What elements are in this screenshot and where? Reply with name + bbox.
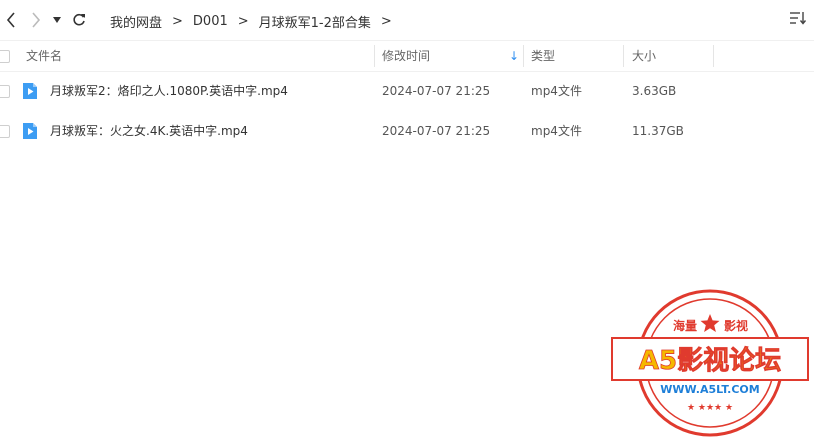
breadcrumb-separator-icon[interactable]: > xyxy=(381,14,392,29)
star-icon xyxy=(700,314,720,332)
file-modified: 2024-07-07 21:25 xyxy=(382,84,491,98)
video-file-icon xyxy=(23,83,37,99)
breadcrumb: 我的网盘 > D001 > 月球叛军1-2部合集 > xyxy=(110,12,402,31)
toolbar: 我的网盘 > D001 > 月球叛军1-2部合集 > xyxy=(0,0,814,40)
chevron-left-icon xyxy=(6,12,15,28)
file-row[interactable]: 月球叛军2：烙印之人.1080P.英语中字.mp4 2024-07-07 21:… xyxy=(0,71,814,111)
column-name-header[interactable]: 文件名 xyxy=(26,41,62,71)
breadcrumb-item-root[interactable]: 我的网盘 xyxy=(110,12,162,31)
sort-menu-button[interactable] xyxy=(786,10,810,32)
caret-down-icon xyxy=(53,17,61,23)
forward-button[interactable] xyxy=(25,8,47,32)
breadcrumb-item-d001[interactable]: D001 xyxy=(193,14,228,29)
chevron-right-icon xyxy=(32,12,41,28)
file-size: 11.37GB xyxy=(632,124,684,138)
file-type: mp4文件 xyxy=(531,84,582,98)
video-file-icon xyxy=(23,123,37,139)
refresh-icon xyxy=(73,13,85,26)
file-name[interactable]: 月球叛军2：烙印之人.1080P.英语中字.mp4 xyxy=(50,71,288,111)
column-type-header[interactable]: 类型 xyxy=(531,41,555,71)
file-row[interactable]: 月球叛军：火之女.4K.英语中字.mp4 2024-07-07 21:25 mp… xyxy=(0,111,814,151)
refresh-button[interactable] xyxy=(68,8,90,32)
column-size-header[interactable]: 大小 xyxy=(632,41,656,71)
file-type: mp4文件 xyxy=(531,124,582,138)
sort-list-icon xyxy=(790,12,807,25)
column-divider xyxy=(623,45,624,67)
watermark-right-text: 影视 xyxy=(724,318,748,333)
file-name[interactable]: 月球叛军：火之女.4K.英语中字.mp4 xyxy=(50,111,248,151)
watermark-stars-icon: ★ ★★★ ★ xyxy=(687,403,733,413)
breadcrumb-item-current[interactable]: 月球叛军1-2部合集 xyxy=(259,12,371,31)
column-divider xyxy=(374,45,375,67)
file-size: 3.63GB xyxy=(632,84,677,98)
history-dropdown-button[interactable] xyxy=(48,8,66,32)
back-button[interactable] xyxy=(0,8,22,32)
breadcrumb-separator-icon: > xyxy=(237,13,249,29)
row-checkbox[interactable] xyxy=(0,125,10,138)
column-modified-header[interactable]: 修改时间 xyxy=(382,41,430,71)
column-divider xyxy=(523,45,524,67)
file-modified: 2024-07-07 21:25 xyxy=(382,124,491,138)
column-divider xyxy=(713,45,714,67)
sort-descending-icon: ↓ xyxy=(509,49,520,63)
watermark-stamp: 海量 影视 A5影视论坛 WWW.A5LT.COM ★ ★★★ ★ xyxy=(611,289,809,437)
row-checkbox[interactable] xyxy=(0,85,10,98)
breadcrumb-separator-icon: > xyxy=(172,13,183,29)
watermark-url: WWW.A5LT.COM xyxy=(660,383,759,396)
watermark-banner: A5影视论坛 xyxy=(639,346,781,376)
select-all-checkbox[interactable] xyxy=(0,50,10,63)
watermark-top-text: 海量 xyxy=(673,318,697,333)
column-header: 文件名 修改时间 ↓ 类型 大小 xyxy=(0,40,814,72)
